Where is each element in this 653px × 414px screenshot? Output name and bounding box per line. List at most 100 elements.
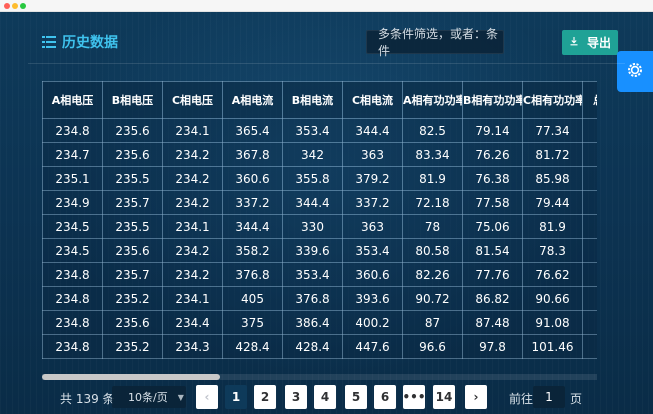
close-window-button[interactable] <box>4 3 10 9</box>
table-cell: 90.66 <box>522 286 583 311</box>
table-cell: 428.4 <box>282 334 343 359</box>
table-cell: 87 <box>402 310 463 335</box>
column-header[interactable]: A相电压 <box>42 81 103 119</box>
next-page-button[interactable]: › <box>465 385 487 409</box>
page-button[interactable]: 14 <box>433 385 455 409</box>
table-cell: 72.18 <box>402 190 463 215</box>
column-header[interactable]: B相电流 <box>282 81 343 119</box>
table-cell: 81.72 <box>522 142 583 167</box>
table-cell: 234.8 <box>42 310 103 335</box>
column-header[interactable]: B相有功功率 <box>462 81 523 119</box>
page-title: 历史数据 <box>42 32 118 52</box>
chevron-right-icon: › <box>473 390 479 404</box>
minimize-window-button[interactable] <box>12 3 18 9</box>
table-cell: 96.6 <box>402 334 463 359</box>
table-cell: 353.4 <box>342 238 403 263</box>
table-cell: 76.38 <box>462 166 523 191</box>
table-cell: 234.1 <box>162 214 223 239</box>
table-cell: 234.2 <box>162 166 223 191</box>
table-cell: 234.5 <box>42 214 103 239</box>
table-cell: 234.7 <box>42 142 103 167</box>
table-cell: 235.2 <box>102 334 163 359</box>
prev-page-button[interactable]: ‹ <box>196 385 218 409</box>
table-cell: 234.3 <box>162 334 223 359</box>
table-cell: 97.8 <box>462 334 523 359</box>
scrollbar-thumb[interactable] <box>42 374 220 380</box>
download-icon <box>569 36 579 49</box>
column-header[interactable]: 总 <box>582 81 597 119</box>
column-header[interactable]: C相有功功率 <box>522 81 583 119</box>
table-cell: 235.7 <box>102 190 163 215</box>
table-cell: 353.4 <box>282 262 343 287</box>
search-input[interactable]: 多条件筛选，或者：条件 <box>366 27 504 58</box>
table-cell: 342 <box>282 142 343 167</box>
table-cell: 234.8 <box>42 286 103 311</box>
table-cell: 79.14 <box>462 118 523 143</box>
table-cell: 81.9 <box>522 214 583 239</box>
table-cell: 358.2 <box>222 238 283 263</box>
export-button[interactable]: 导出 <box>562 30 618 55</box>
column-header[interactable]: A相电流 <box>222 81 283 119</box>
table-cell: 81.54 <box>462 238 523 263</box>
history-data-table: A相电压 B相电压 C相电压 A相电流 B相电流 C相电流 A相有功功率 B相有… <box>42 81 597 359</box>
horizontal-scrollbar[interactable] <box>42 374 597 380</box>
header-divider <box>28 63 625 64</box>
table-cell <box>582 118 597 143</box>
search-placeholder: 多条件筛选，或者：条件 <box>378 27 499 58</box>
column-header[interactable]: A相有功功率 <box>402 81 463 119</box>
page-button[interactable]: 1 <box>225 385 247 409</box>
column-header[interactable]: C相电流 <box>342 81 403 119</box>
table-cell: 337.2 <box>222 190 283 215</box>
table-cell: 234.1 <box>162 118 223 143</box>
table-cell: 76.26 <box>462 142 523 167</box>
export-label: 导出 <box>586 36 611 50</box>
table-header-row: A相电压 B相电压 C相电压 A相电流 B相电流 C相电流 A相有功功率 B相有… <box>42 81 597 119</box>
page-button[interactable]: 4 <box>314 385 336 409</box>
table-cell: 86.82 <box>462 286 523 311</box>
app-panel: 历史数据 多条件筛选，或者：条件 导出 A相电压 B相电压 C相电压 A相电流 … <box>0 12 653 414</box>
table-cell: 379.2 <box>342 166 403 191</box>
table-cell: 235.2 <box>102 286 163 311</box>
table-cell: 235.6 <box>102 142 163 167</box>
page-button[interactable]: 6 <box>374 385 396 409</box>
goto-page-input[interactable]: 1 <box>533 386 565 408</box>
table-cell: 337.2 <box>342 190 403 215</box>
total-count: 共 139 条 <box>60 392 115 406</box>
page-button[interactable]: 2 <box>254 385 276 409</box>
maximize-window-button[interactable] <box>20 3 26 9</box>
table-cell: 234.9 <box>42 190 103 215</box>
chevron-left-icon: ‹ <box>204 390 210 404</box>
table-cell: 90.72 <box>402 286 463 311</box>
page-button[interactable]: 5 <box>345 385 367 409</box>
table-cell: 234.1 <box>162 286 223 311</box>
table-row: 234.7 235.6 234.2 367.8 342 363 83.34 76.26 81.7… <box>42 142 597 167</box>
table-cell: 234.2 <box>162 238 223 263</box>
table-cell: 82.5 <box>402 118 463 143</box>
table-cell: 91.08 <box>522 310 583 335</box>
table-cell: 78 <box>402 214 463 239</box>
more-pages-button[interactable]: ••• <box>403 385 426 409</box>
page-title-text: 历史数据 <box>62 35 118 51</box>
table-cell: 355.8 <box>282 166 343 191</box>
table-cell: 234.8 <box>42 118 103 143</box>
list-icon <box>42 36 56 48</box>
goto-label: 前往 <box>509 392 534 406</box>
table-cell: 376.8 <box>282 286 343 311</box>
table-row: 234.9 235.7 234.2 337.2 344.4 337.2 72.18 77.58… <box>42 190 597 215</box>
table-cell <box>582 310 597 335</box>
settings-tab[interactable] <box>617 51 653 92</box>
table-cell: 447.6 <box>342 334 403 359</box>
column-header[interactable]: C相电压 <box>162 81 223 119</box>
page-size-select[interactable]: 10条/页 ▼ <box>112 386 186 408</box>
table-cell: 234.2 <box>162 190 223 215</box>
column-header[interactable]: B相电压 <box>102 81 163 119</box>
data-table-container[interactable]: A相电压 B相电压 C相电压 A相电流 B相电流 C相电流 A相有功功率 B相有… <box>42 81 597 381</box>
page-button[interactable]: 3 <box>285 385 307 409</box>
table-cell: 83.34 <box>402 142 463 167</box>
table-cell: 101.46 <box>522 334 583 359</box>
table-cell: 344.4 <box>282 190 343 215</box>
table-cell: 400.2 <box>342 310 403 335</box>
window-titlebar <box>0 0 653 12</box>
table-cell <box>582 334 597 359</box>
table-cell <box>582 190 597 215</box>
